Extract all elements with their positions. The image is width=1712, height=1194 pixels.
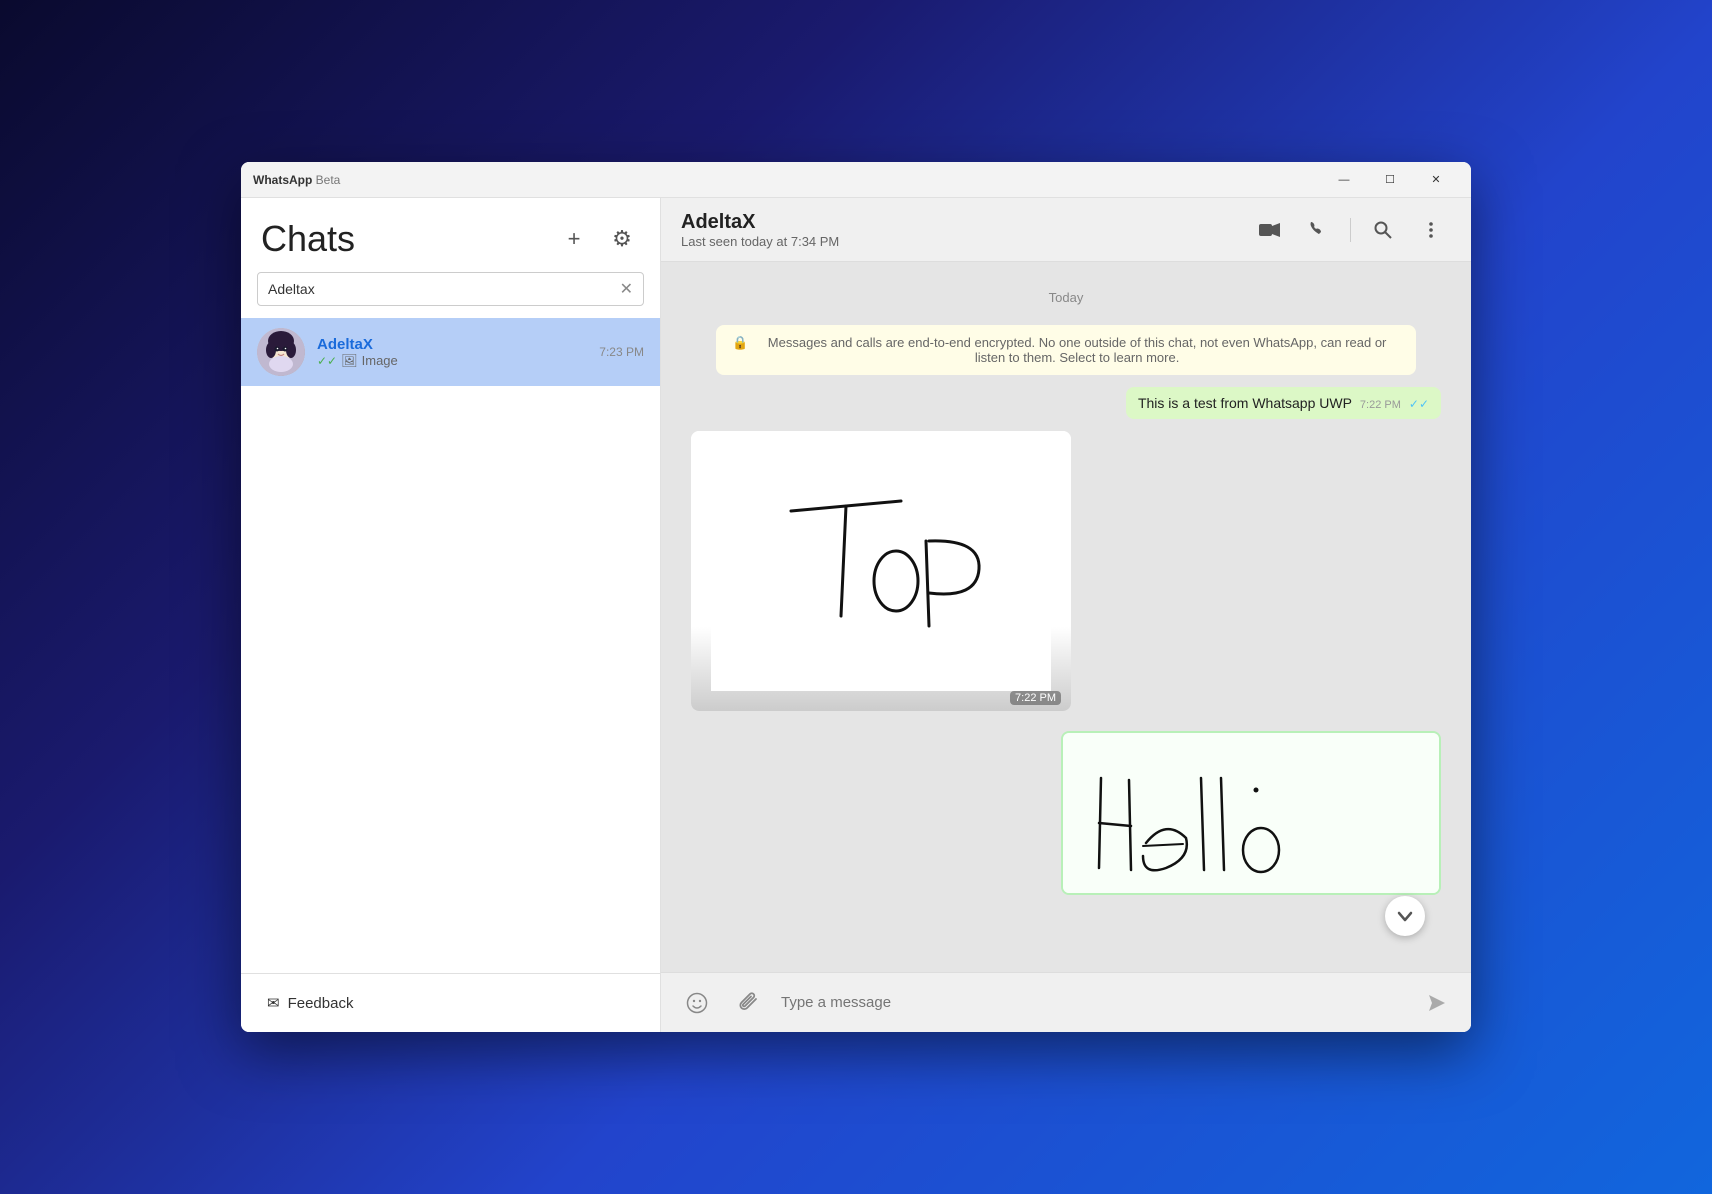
attach-button[interactable] (729, 983, 769, 1023)
message-input[interactable] (781, 994, 1407, 1011)
left-panel: Chats + ⚙ ✕ (241, 198, 661, 1032)
received-image-message: 7:22 PM (691, 431, 1071, 711)
more-icon (1421, 220, 1441, 240)
header-divider (1350, 218, 1351, 242)
lock-icon: 🔒 (732, 335, 748, 351)
avatar-image (257, 328, 305, 376)
phone-icon (1308, 220, 1328, 240)
encryption-notice: 🔒 Messages and calls are end-to-end encr… (716, 325, 1416, 375)
search-icon (1374, 221, 1392, 239)
chat-time: 7:23 PM (599, 345, 644, 359)
chat-header: AdeltaX Last seen today at 7:34 PM (661, 198, 1471, 262)
feedback-button[interactable]: ✉ Feedback (257, 988, 363, 1018)
chat-header-actions (1250, 210, 1451, 250)
paperclip-icon (739, 992, 759, 1014)
hello-svg (1071, 738, 1431, 888)
search-bar: ✕ (257, 272, 644, 306)
chevron-down-icon (1396, 907, 1414, 925)
main-content: Chats + ⚙ ✕ (241, 198, 1471, 1032)
chats-title: Chats (261, 218, 355, 260)
chat-name: AdeltaX (317, 336, 587, 353)
settings-button[interactable]: ⚙ (604, 221, 640, 257)
window-controls: — ☐ ✕ (1321, 162, 1459, 198)
image-time-overlay: 7:22 PM (1010, 691, 1061, 705)
emoji-icon (686, 992, 708, 1014)
send-button[interactable] (1419, 985, 1455, 1021)
read-check-icon: ✓✓ (1409, 397, 1429, 411)
video-icon (1259, 222, 1281, 238)
search-clear-button[interactable]: ✕ (620, 279, 633, 299)
call-button[interactable] (1298, 210, 1338, 250)
feedback-bar: ✉ Feedback (241, 973, 660, 1032)
message-time: 7:22 PM (1360, 399, 1401, 411)
left-header: Chats + ⚙ (241, 198, 660, 272)
app-window: WhatsApp Beta — ☐ ✕ Chats + ⚙ ✕ (241, 162, 1471, 1032)
sent-message: This is a test from Whatsapp UWP 7:22 PM… (1126, 387, 1441, 419)
title-bar: WhatsApp Beta — ☐ ✕ (241, 162, 1471, 198)
received-image-message-2 (1061, 731, 1441, 895)
avatar-svg (257, 328, 305, 376)
app-title: WhatsApp Beta (253, 173, 1321, 187)
input-bar (661, 972, 1471, 1032)
scroll-to-bottom-button[interactable] (1385, 896, 1425, 936)
send-icon (1427, 993, 1447, 1013)
date-label: Today (691, 290, 1441, 305)
encryption-text: Messages and calls are end-to-end encryp… (754, 335, 1400, 365)
drawing-svg (711, 451, 1051, 691)
video-call-button[interactable] (1250, 210, 1290, 250)
search-button[interactable] (1363, 210, 1403, 250)
new-chat-button[interactable]: + (556, 221, 592, 257)
chat-header-name: AdeltaX (681, 211, 1238, 234)
avatar (257, 328, 305, 376)
more-options-button[interactable] (1411, 210, 1451, 250)
chat-header-info: AdeltaX Last seen today at 7:34 PM (681, 211, 1238, 249)
minimize-button[interactable]: — (1321, 162, 1367, 198)
close-button[interactable]: ✕ (1413, 162, 1459, 198)
right-panel: AdeltaX Last seen today at 7:34 PM (661, 198, 1471, 1032)
feedback-icon: ✉ (267, 994, 280, 1012)
chat-list-item[interactable]: AdeltaX ✓✓ 🖼 Image 7:23 PM (241, 318, 660, 386)
chat-header-status: Last seen today at 7:34 PM (681, 234, 1238, 249)
feedback-label: Feedback (288, 995, 354, 1012)
header-actions: + ⚙ (556, 221, 640, 257)
maximize-button[interactable]: ☐ (1367, 162, 1413, 198)
messages-area[interactable]: Today 🔒 Messages and calls are end-to-en… (661, 262, 1471, 972)
chat-preview: ✓✓ 🖼 Image (317, 353, 587, 369)
emoji-button[interactable] (677, 983, 717, 1023)
image-canvas: 7:22 PM (691, 431, 1071, 711)
search-input[interactable] (268, 281, 620, 297)
chat-list: AdeltaX ✓✓ 🖼 Image 7:23 PM (241, 318, 660, 973)
handwriting-canvas (1063, 733, 1439, 893)
message-text: This is a test from Whatsapp UWP (1138, 395, 1352, 411)
chat-info: AdeltaX ✓✓ 🖼 Image (317, 336, 587, 369)
